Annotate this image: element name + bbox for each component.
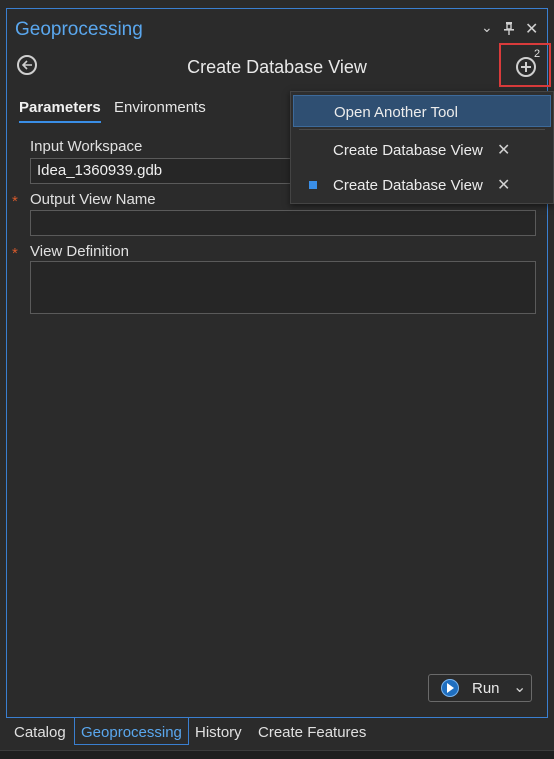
output-view-name-label: Output View Name (30, 191, 156, 208)
open-tools-button[interactable]: 2 (499, 43, 551, 87)
required-asterisk: * (12, 193, 18, 210)
menu-item-create-database-view[interactable]: Create Database View ✕ (293, 134, 551, 166)
play-icon (441, 679, 459, 697)
add-circle-icon (516, 57, 536, 77)
close-icon[interactable]: ✕ (525, 19, 538, 39)
open-tools-count: 2 (534, 48, 541, 60)
tab-geoprocessing[interactable]: Geoprocessing (74, 718, 189, 745)
view-definition-label: View Definition (30, 243, 129, 260)
view-definition-field[interactable] (30, 261, 536, 314)
tab-parameters[interactable]: Parameters (19, 99, 101, 123)
input-workspace-label: Input Workspace (30, 138, 143, 155)
menu-item-label: Create Database View (333, 177, 483, 194)
tab-create-features[interactable]: Create Features (258, 724, 366, 741)
tool-title: Create Database View (187, 57, 367, 77)
chevron-down-icon[interactable]: ⌄ (481, 19, 493, 36)
pane-title: Geoprocessing (15, 19, 143, 40)
menu-divider (299, 129, 545, 130)
close-icon[interactable]: ✕ (497, 175, 510, 195)
tab-catalog[interactable]: Catalog (14, 724, 66, 741)
pane-titlebar: Geoprocessing ⌄ ✕ (7, 9, 547, 49)
menu-item-open-another-tool[interactable]: Open Another Tool (293, 95, 551, 127)
tab-history[interactable]: History (195, 724, 242, 741)
active-indicator-icon (309, 181, 317, 189)
run-label: Run (472, 680, 500, 697)
required-asterisk: * (12, 245, 18, 262)
chevron-down-icon[interactable]: ⌄ (513, 677, 526, 697)
close-icon[interactable]: ✕ (497, 140, 510, 160)
pin-icon[interactable] (503, 21, 515, 38)
tab-environments[interactable]: Environments (114, 99, 206, 116)
menu-item-create-database-view-active[interactable]: Create Database View ✕ (293, 169, 551, 201)
open-tools-menu: Open Another Tool Create Database View ✕… (290, 91, 554, 204)
run-button[interactable]: Run ⌄ (428, 674, 532, 702)
output-view-name-field[interactable] (30, 210, 536, 236)
tool-header: Create Database View 2 (7, 43, 551, 87)
menu-item-label: Create Database View (333, 142, 483, 159)
menu-item-label: Open Another Tool (334, 104, 458, 121)
